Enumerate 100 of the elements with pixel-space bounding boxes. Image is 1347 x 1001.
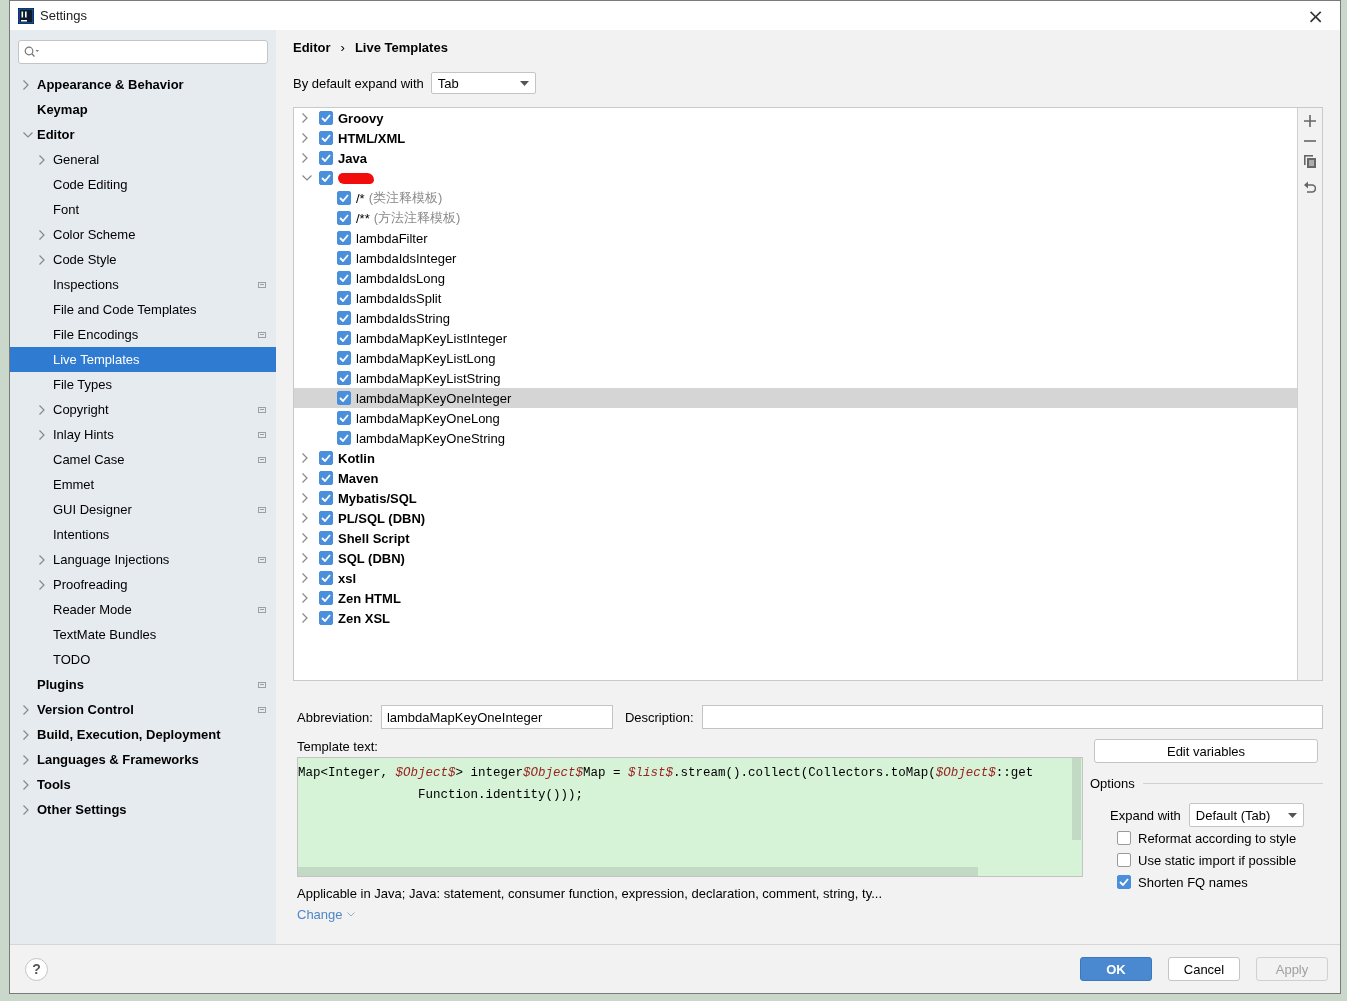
template-row[interactable]: lambdaMapKeyListLong — [294, 348, 1297, 368]
chevron-right-icon[interactable] — [39, 554, 45, 565]
chevron-right-icon[interactable] — [39, 154, 45, 165]
copy-icon[interactable] — [1304, 155, 1316, 168]
help-button[interactable]: ? — [25, 957, 48, 981]
scrollbar[interactable] — [298, 867, 978, 876]
template-group-row[interactable]: Zen HTML — [294, 588, 1297, 608]
template-row[interactable]: lambdaMapKeyListInteger — [294, 328, 1297, 348]
chevron-right-icon[interactable] — [23, 704, 29, 715]
sidebar-item[interactable]: Copyright — [10, 397, 276, 422]
checkbox[interactable] — [319, 591, 333, 605]
template-group-row[interactable]: Java — [294, 148, 1297, 168]
chevron-right-icon[interactable] — [23, 779, 29, 790]
template-group-row[interactable]: PL/SQL (DBN) — [294, 508, 1297, 528]
template-row[interactable]: lambdaIdsSplit — [294, 288, 1297, 308]
template-group-row[interactable]: HTML/XML — [294, 128, 1297, 148]
sidebar-item[interactable]: Inspections — [10, 272, 276, 297]
sidebar-item[interactable]: Language Injections — [10, 547, 276, 572]
sidebar-item[interactable]: Camel Case — [10, 447, 276, 472]
description-field[interactable] — [701, 705, 1323, 729]
checkbox[interactable] — [337, 291, 351, 305]
sidebar-item[interactable]: Intentions — [10, 522, 276, 547]
chevron-right-icon[interactable] — [23, 754, 29, 765]
checkbox[interactable] — [337, 191, 351, 205]
template-group-row[interactable]: Kotlin — [294, 448, 1297, 468]
checkbox[interactable] — [319, 531, 333, 545]
template-group-row[interactable]: Groovy — [294, 108, 1297, 128]
checkbox[interactable] — [337, 231, 351, 245]
expand-dropdown[interactable]: Tab — [430, 72, 536, 94]
cancel-button[interactable]: Cancel — [1168, 957, 1240, 981]
chevron-down-icon[interactable] — [23, 131, 33, 138]
template-row[interactable]: lambdaFilter — [294, 228, 1297, 248]
sidebar-item[interactable]: Emmet — [10, 472, 276, 497]
sidebar-item[interactable]: Color Scheme — [10, 222, 276, 247]
template-row[interactable]: lambdaIdsString — [294, 308, 1297, 328]
checkbox[interactable] — [319, 471, 333, 485]
undo-icon[interactable] — [1304, 181, 1316, 193]
template-row[interactable]: lambdaIdsLong — [294, 268, 1297, 288]
expand-with-dropdown[interactable]: Default (Tab) — [1188, 803, 1304, 827]
checkbox[interactable] — [337, 311, 351, 325]
chevron-right-icon[interactable] — [23, 79, 29, 90]
chevron-down-icon[interactable] — [302, 175, 312, 181]
checkbox[interactable] — [337, 411, 351, 425]
checkbox[interactable] — [319, 451, 333, 465]
sidebar-item[interactable]: File Types — [10, 372, 276, 397]
chevron-right-icon[interactable] — [39, 254, 45, 265]
close-button[interactable]: × — [1303, 3, 1328, 28]
abbreviation-field[interactable]: lambdaMapKeyOneInteger — [380, 705, 613, 729]
sidebar-item[interactable]: File Encodings — [10, 322, 276, 347]
template-editor[interactable]: Map<Integer, $Object$> integer$Object$Map = $list$.stream().collect(Collectors.toMap($Object$::get Function.identity())); — [297, 757, 1083, 877]
checkbox[interactable] — [319, 571, 333, 585]
sidebar-item[interactable]: Build, Execution, Deployment — [10, 722, 276, 747]
checkbox[interactable] — [1117, 853, 1131, 867]
checkbox[interactable] — [319, 551, 333, 565]
sidebar-item[interactable]: Live Templates — [10, 347, 276, 372]
breadcrumb-item[interactable]: Live Templates — [354, 39, 448, 55]
sidebar-item[interactable]: TODO — [10, 647, 276, 672]
checkbox[interactable] — [337, 391, 351, 405]
search-field[interactable] — [18, 40, 268, 64]
sidebar-item[interactable]: Plugins — [10, 672, 276, 697]
checkbox[interactable] — [1117, 875, 1131, 889]
checkbox[interactable] — [337, 211, 351, 225]
template-row[interactable]: lambdaMapKeyOneInteger — [294, 388, 1297, 408]
checkbox[interactable] — [337, 351, 351, 365]
chevron-right-icon[interactable] — [23, 804, 29, 815]
template-row[interactable]: lambdaMapKeyOneLong — [294, 408, 1297, 428]
checkbox[interactable] — [319, 511, 333, 525]
sidebar-item[interactable]: Code Style — [10, 247, 276, 272]
scrollbar[interactable] — [1072, 758, 1081, 840]
sidebar-item[interactable]: Version Control — [10, 697, 276, 722]
add-icon[interactable] — [1304, 115, 1316, 127]
sidebar-item[interactable]: File and Code Templates — [10, 297, 276, 322]
sidebar-item[interactable]: Reader Mode — [10, 597, 276, 622]
template-group-row[interactable]: Zen XSL — [294, 608, 1297, 628]
sidebar-item[interactable]: Other Settings — [10, 797, 276, 822]
template-row[interactable]: lambdaIdsInteger — [294, 248, 1297, 268]
checkbox[interactable] — [1117, 831, 1131, 845]
sidebar-item[interactable]: Proofreading — [10, 572, 276, 597]
chevron-right-icon[interactable] — [39, 229, 45, 240]
sidebar-item[interactable]: Code Editing — [10, 172, 276, 197]
template-row[interactable]: /* (类注释模板) — [294, 188, 1297, 208]
template-row[interactable]: lambdaMapKeyOneString — [294, 428, 1297, 448]
sidebar-item[interactable]: Tools — [10, 772, 276, 797]
sidebar-item[interactable]: General — [10, 147, 276, 172]
sidebar-item[interactable]: Appearance & Behavior — [10, 72, 276, 97]
sidebar-item[interactable]: Editor — [10, 122, 276, 147]
template-group-row[interactable]: xsl — [294, 568, 1297, 588]
checkbox[interactable] — [337, 251, 351, 265]
template-row[interactable]: lambdaMapKeyListString — [294, 368, 1297, 388]
chevron-right-icon[interactable] — [39, 429, 45, 440]
sidebar-item[interactable]: TextMate Bundles — [10, 622, 276, 647]
template-group-row[interactable]: SQL (DBN) — [294, 548, 1297, 568]
chevron-right-icon[interactable] — [39, 404, 45, 415]
sidebar-item[interactable]: Font — [10, 197, 276, 222]
checkbox[interactable] — [337, 431, 351, 445]
checkbox[interactable] — [319, 151, 333, 165]
chevron-right-icon[interactable] — [23, 729, 29, 740]
ok-button[interactable]: OK — [1080, 957, 1152, 981]
checkbox[interactable] — [319, 131, 333, 145]
sidebar-item[interactable]: GUI Designer — [10, 497, 276, 522]
